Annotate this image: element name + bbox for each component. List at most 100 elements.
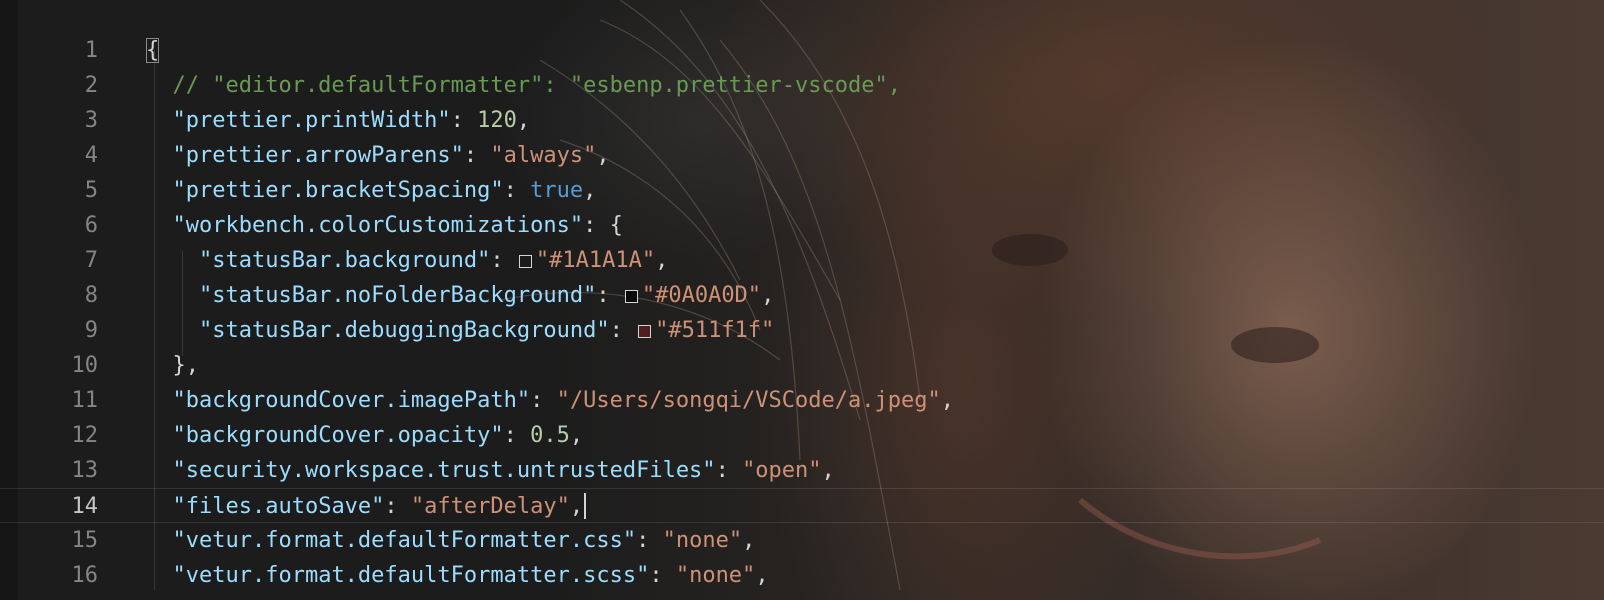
line-content[interactable]: "vetur.format.defaultFormatter.css": "no…	[146, 523, 756, 558]
line-content[interactable]: "prettier.arrowParens": "always",	[146, 138, 610, 173]
code-token-punc	[146, 108, 173, 133]
code-token-punc: :	[530, 388, 557, 413]
code-token-punc: :	[715, 458, 743, 483]
code-token-key: "statusBar.noFolderBackground"	[198, 283, 597, 308]
line-content[interactable]: "statusBar.background": "#1A1A1A",	[146, 243, 668, 278]
code-token-str: "#0A0A0D"	[641, 283, 762, 308]
code-token-str: "open"	[742, 458, 822, 483]
line-content[interactable]: "prettier.printWidth": 120,	[146, 103, 531, 138]
code-token-punc	[146, 213, 173, 238]
code-token-punc	[146, 178, 173, 203]
code-token-punc: ,	[761, 283, 775, 308]
line-content[interactable]: "backgroundCover.imagePath": "/Users/son…	[146, 383, 954, 418]
line-content[interactable]: {	[146, 33, 160, 68]
code-token-punc: :	[490, 248, 517, 273]
bracket-match: {	[146, 38, 160, 63]
line-content[interactable]: "vetur.format.defaultFormatter.scss": "n…	[146, 558, 769, 593]
code-token-str: "none"	[675, 563, 756, 588]
line-number: 16	[71, 563, 99, 588]
code-line[interactable]: 4 "prettier.arrowParens": "always",	[0, 138, 1604, 173]
code-token-num: 0.5	[530, 423, 570, 448]
code-line[interactable]: 3 "prettier.printWidth": 120,	[0, 103, 1604, 138]
code-token-key: "workbench.colorCustomizations"	[172, 213, 584, 238]
code-token-key: "prettier.printWidth"	[172, 108, 451, 133]
code-token-punc: :	[636, 528, 663, 553]
line-content[interactable]: "statusBar.debuggingBackground": "#511f1…	[146, 313, 774, 348]
code-token-key: "backgroundCover.imagePath"	[172, 388, 531, 413]
line-number: 7	[84, 248, 98, 273]
line-number: 3	[84, 108, 98, 133]
line-content[interactable]: "workbench.colorCustomizations": {	[146, 208, 623, 243]
code-token-punc: ,	[516, 108, 531, 133]
code-token-key: "files.autoSave"	[172, 494, 385, 519]
code-token-key: "statusBar.debuggingBackground"	[198, 318, 610, 343]
code-token-punc: ,	[742, 528, 756, 553]
code-token-key: "security.workspace.trust.untrustedFiles…	[172, 458, 716, 483]
code-line[interactable]: 16 "vetur.format.defaultFormatter.scss":…	[0, 558, 1604, 593]
code-line[interactable]: 5 "prettier.bracketSpacing": true,	[0, 173, 1604, 208]
code-line[interactable]: 12 "backgroundCover.opacity": 0.5,	[0, 418, 1604, 453]
code-token-punc	[146, 563, 173, 588]
code-token-punc	[146, 494, 173, 519]
line-content[interactable]: "prettier.bracketSpacing": true,	[146, 173, 597, 208]
line-number: 11	[71, 388, 99, 413]
code-line[interactable]: 8 "statusBar.noFolderBackground": "#0A0A…	[0, 278, 1604, 313]
code-line[interactable]: 6 "workbench.colorCustomizations": {	[0, 208, 1604, 243]
line-number: 15	[71, 528, 99, 553]
code-token-key: "vetur.format.defaultFormatter.css"	[172, 528, 637, 553]
line-number: 10	[71, 353, 99, 378]
code-line[interactable]: 11 "backgroundCover.imagePath": "/Users/…	[0, 383, 1604, 418]
code-line[interactable]: 15 "vetur.format.defaultFormatter.css": …	[0, 523, 1604, 558]
code-token-punc: : {	[583, 213, 623, 238]
code-line[interactable]: 13 "security.workspace.trust.untrustedFi…	[0, 453, 1604, 488]
code-token-num: 120	[477, 108, 517, 133]
code-line[interactable]: 14 "files.autoSave": "afterDelay",	[0, 488, 1604, 523]
line-content[interactable]: "security.workspace.trust.untrustedFiles…	[146, 453, 835, 488]
code-line[interactable]: 2 // "editor.defaultFormatter": "esbenp.…	[0, 68, 1604, 103]
code-token-key: "backgroundCover.opacity"	[172, 423, 504, 448]
code-token-punc	[146, 318, 199, 343]
line-content[interactable]: // "editor.defaultFormatter": "esbenp.pr…	[146, 68, 901, 103]
code-line[interactable]: 1{	[0, 33, 1604, 68]
code-token-punc: :	[503, 178, 531, 203]
line-number: 5	[84, 178, 98, 203]
color-swatch-icon[interactable]	[638, 325, 652, 338]
code-token-punc: :	[384, 494, 411, 519]
code-token-punc	[146, 248, 199, 273]
code-line[interactable]: 10 },	[0, 348, 1604, 383]
code-token-str: "always"	[490, 143, 597, 168]
code-token-punc: ,	[596, 143, 610, 168]
line-content[interactable]: "files.autoSave": "afterDelay",	[146, 489, 587, 524]
code-token-punc: :	[503, 423, 531, 448]
code-token-key: "vetur.format.defaultFormatter.scss"	[172, 563, 650, 588]
line-content[interactable]: "backgroundCover.opacity": 0.5,	[146, 418, 584, 453]
code-token-punc	[146, 458, 173, 483]
line-content[interactable]: },	[146, 348, 199, 383]
line-number: 2	[84, 73, 98, 98]
code-token-punc	[146, 423, 173, 448]
color-swatch-icon[interactable]	[518, 255, 532, 268]
line-number: 1	[84, 38, 98, 63]
line-number: 6	[84, 213, 98, 238]
code-token-punc: ,	[940, 388, 954, 413]
line-number: 12	[71, 423, 99, 448]
code-line[interactable]: 9 "statusBar.debuggingBackground": "#511…	[0, 313, 1604, 348]
code-line[interactable]: 7 "statusBar.background": "#1A1A1A",	[0, 243, 1604, 278]
code-token-punc: ,	[821, 458, 835, 483]
line-number: 4	[84, 143, 98, 168]
code-token-str: "afterDelay"	[410, 494, 570, 519]
line-number: 9	[84, 318, 98, 343]
line-content[interactable]: "statusBar.noFolderBackground": "#0A0A0D…	[146, 278, 774, 313]
code-token-bool: true	[530, 178, 584, 203]
code-token-punc: ,	[655, 248, 669, 273]
code-token-punc: :	[450, 108, 478, 133]
line-number: 8	[84, 283, 98, 308]
code-editor[interactable]: 1{2 // "editor.defaultFormatter": "esben…	[0, 0, 1604, 600]
code-token-punc	[146, 388, 173, 413]
line-number: 13	[71, 458, 99, 483]
code-token-punc: :	[649, 563, 676, 588]
code-token-cmt: // "editor.defaultFormatter": "esbenp.pr…	[146, 73, 901, 98]
code-token-str: "none"	[662, 528, 743, 553]
color-swatch-icon[interactable]	[624, 290, 638, 303]
code-token-str: "/Users/songqi/VSCode/a.jpeg"	[556, 388, 941, 413]
